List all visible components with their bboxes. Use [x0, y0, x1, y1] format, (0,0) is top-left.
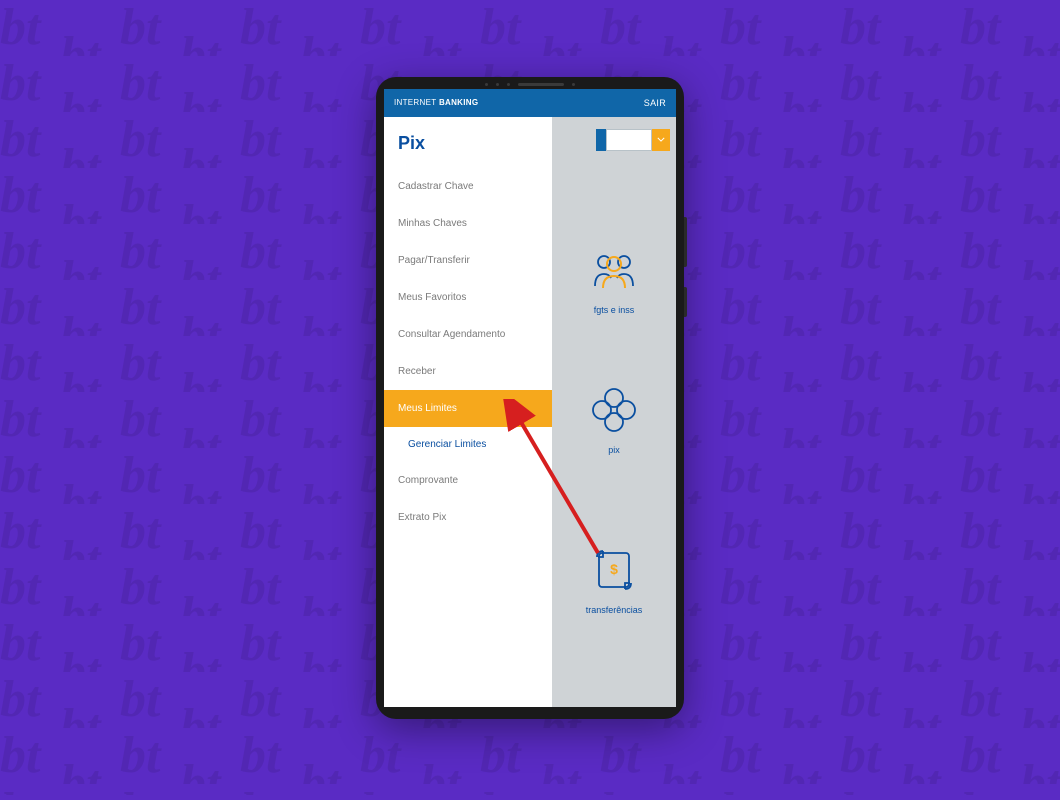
- sidebar-item-cadastrar-chave[interactable]: Cadastrar Chave: [384, 168, 552, 205]
- dashboard-label: transferências: [586, 605, 643, 615]
- dashboard-item-transferencias[interactable]: $ transferências: [574, 547, 654, 615]
- sidebar-item-meus-favoritos[interactable]: Meus Favoritos: [384, 279, 552, 316]
- transfer-icon: $: [591, 547, 637, 593]
- sidebar-item-minhas-chaves[interactable]: Minhas Chaves: [384, 205, 552, 242]
- dashboard-label: pix: [608, 445, 620, 455]
- phone-notch: [376, 81, 684, 89]
- app-header: INTERNET BANKING SAIR: [384, 89, 676, 117]
- account-selector-dropdown[interactable]: [652, 129, 670, 151]
- account-selector-field[interactable]: [606, 129, 652, 151]
- app-title-bold: BANKING: [439, 98, 478, 107]
- app-body: Pix Cadastrar Chave Minhas Chaves Pagar/…: [384, 117, 676, 707]
- phone-frame: INTERNET BANKING SAIR Pix Cadastrar Chav…: [376, 77, 684, 719]
- svg-text:$: $: [610, 561, 618, 577]
- exit-button[interactable]: SAIR: [644, 98, 666, 108]
- users-icon: [591, 247, 637, 293]
- app-title: INTERNET BANKING: [394, 98, 478, 107]
- phone-screen: INTERNET BANKING SAIR Pix Cadastrar Chav…: [384, 89, 676, 707]
- sidebar-item-extrato-pix[interactable]: Extrato Pix: [384, 499, 552, 536]
- sidebar-item-comprovante[interactable]: Comprovante: [384, 462, 552, 499]
- sidebar-title: Pix: [384, 117, 552, 168]
- dashboard-item-fgts-inss[interactable]: fgts e inss: [574, 247, 654, 315]
- right-panel: fgts e inss pix: [552, 117, 676, 707]
- account-selector-left: [596, 129, 606, 151]
- app-title-thin: INTERNET: [394, 98, 436, 107]
- sidebar: Pix Cadastrar Chave Minhas Chaves Pagar/…: [384, 117, 552, 707]
- phone-side-button: [684, 287, 687, 317]
- dashboard-item-pix[interactable]: pix: [574, 387, 654, 455]
- sidebar-item-consultar-agendamento[interactable]: Consultar Agendamento: [384, 316, 552, 353]
- phone-side-button: [684, 217, 687, 267]
- dashboard-label: fgts e inss: [594, 305, 635, 315]
- chevron-down-icon: [657, 137, 665, 142]
- pix-icon: [591, 387, 637, 433]
- sidebar-item-receber[interactable]: Receber: [384, 353, 552, 390]
- account-selector[interactable]: [596, 129, 670, 151]
- sidebar-subitem-gerenciar-limites[interactable]: Gerenciar Limites: [384, 427, 552, 462]
- sidebar-item-pagar-transferir[interactable]: Pagar/Transferir: [384, 242, 552, 279]
- sidebar-item-meus-limites[interactable]: Meus Limites: [384, 390, 552, 427]
